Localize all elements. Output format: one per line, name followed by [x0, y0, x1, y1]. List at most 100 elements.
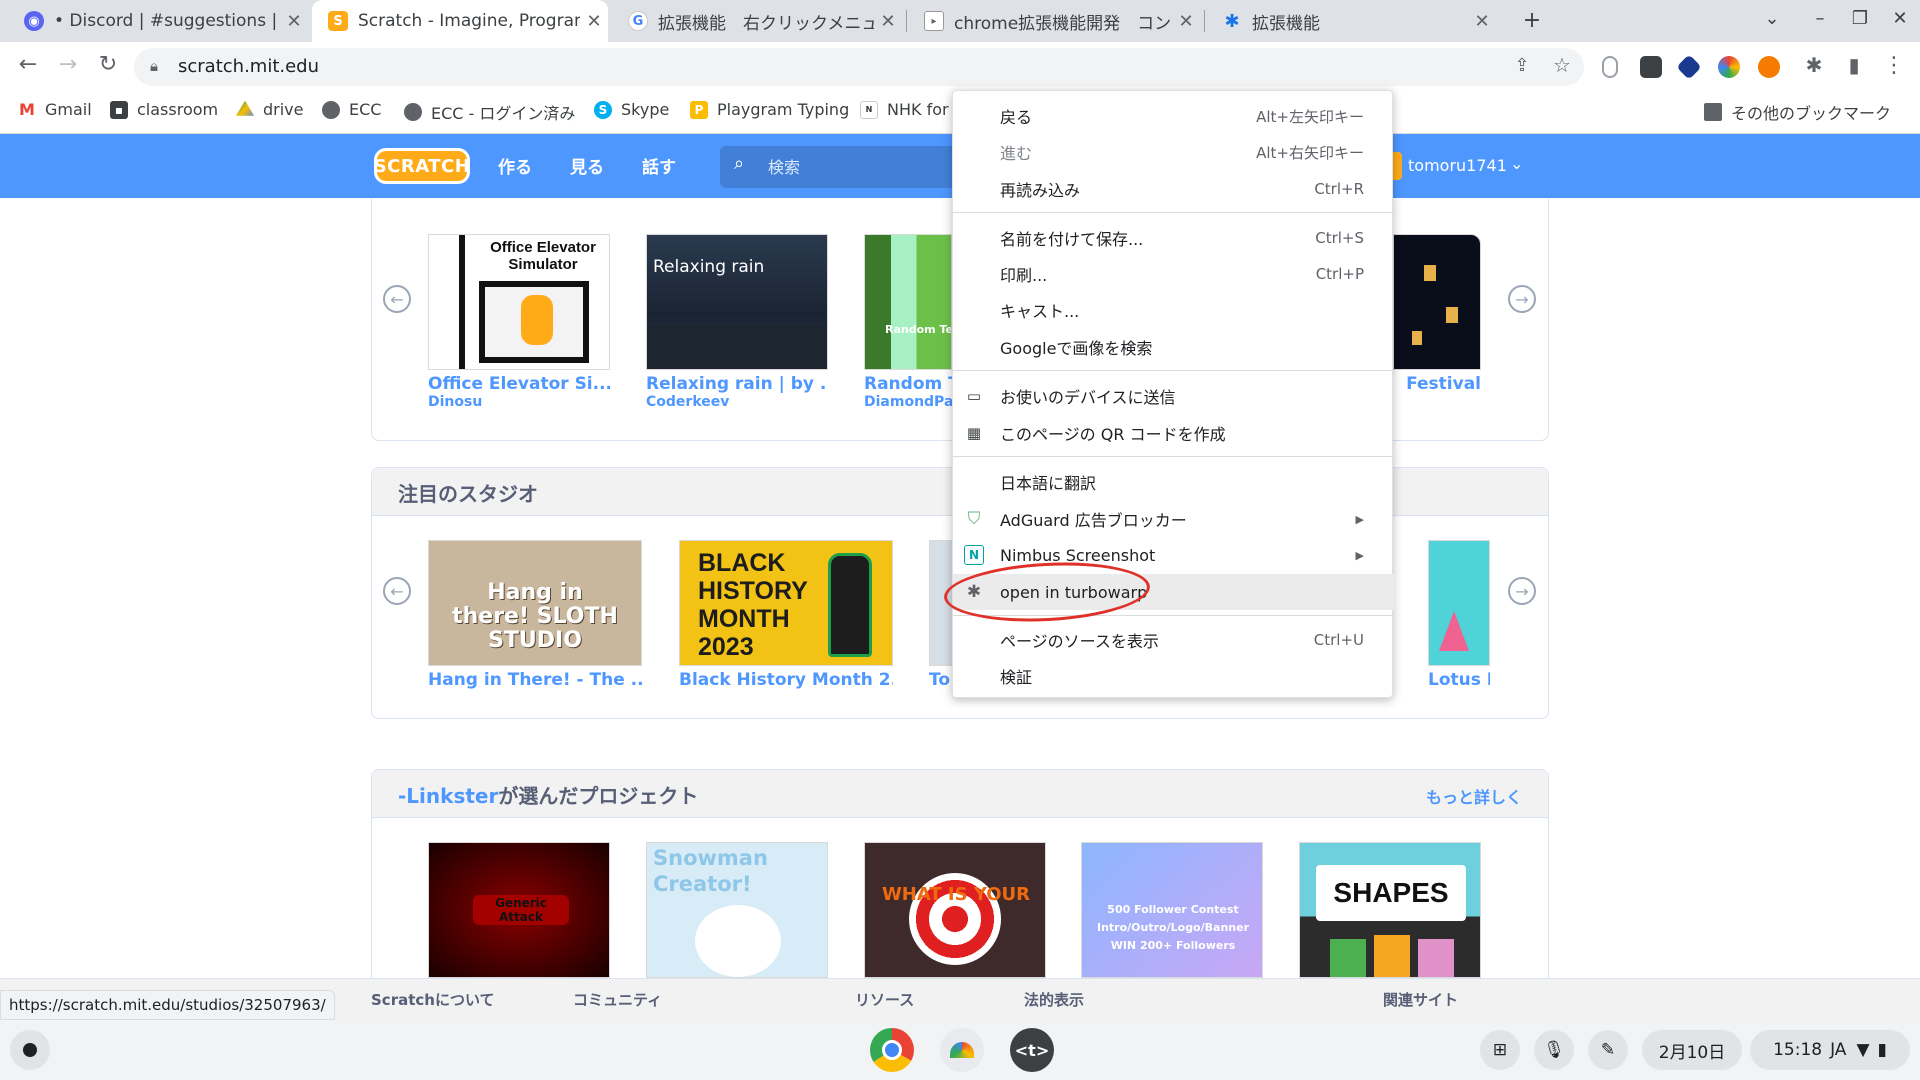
- stylus-pen-icon[interactable]: ✎: [1588, 1030, 1628, 1070]
- footer-about[interactable]: Scratchについて: [371, 989, 495, 1010]
- close-window-icon[interactable]: ✕: [1886, 8, 1914, 29]
- project-author[interactable]: Dinosu: [428, 394, 610, 410]
- studio-title[interactable]: Black History Month 2...: [679, 670, 893, 690]
- studio-thumbnail[interactable]: Hang in there! SLOTH STUDIO: [428, 540, 642, 666]
- project-card[interactable]: Snowman Creator!: [646, 842, 828, 978]
- status-tray[interactable]: 15:18 JA ▼ ▮: [1750, 1030, 1910, 1070]
- studio-card[interactable]: Lotus F: [1428, 540, 1490, 690]
- holding-space-icon[interactable]: ⊞: [1480, 1030, 1520, 1070]
- project-title[interactable]: Festival: [1393, 374, 1481, 394]
- bookmark-drive[interactable]: drive: [236, 100, 304, 119]
- studio-thumbnail[interactable]: BLACK HISTORY MONTH 2023: [679, 540, 893, 666]
- close-tab-icon[interactable]: ✕: [1172, 11, 1200, 32]
- curator-name[interactable]: -Linkster: [398, 784, 498, 808]
- chrome-app-icon[interactable]: [870, 1028, 914, 1072]
- tab-discord[interactable]: ◉ • Discord | #suggestions | Scratch ✕: [8, 0, 308, 42]
- close-tab-icon[interactable]: ✕: [1468, 11, 1496, 32]
- turbowarp-app-icon[interactable]: <t>: [1010, 1028, 1054, 1072]
- bookmark-star-icon[interactable]: ☆: [1548, 53, 1576, 77]
- carousel-next-icon[interactable]: →: [1508, 285, 1536, 313]
- username[interactable]: tomoru1741: [1408, 156, 1507, 175]
- menu-item-cast[interactable]: キャスト...: [953, 293, 1394, 327]
- bookmark-classroom[interactable]: ▪ classroom: [110, 100, 218, 119]
- project-title[interactable]: Random T: [864, 374, 952, 394]
- nav-create[interactable]: 作る: [498, 153, 532, 178]
- reload-icon[interactable]: ↻: [94, 52, 122, 77]
- studio-title[interactable]: To: [929, 670, 953, 690]
- minimize-icon[interactable]: –: [1806, 8, 1834, 29]
- scratch-logo[interactable]: SCRATCH: [374, 148, 470, 184]
- studio-title[interactable]: Lotus F: [1428, 670, 1490, 690]
- translate-extension-icon[interactable]: [1758, 56, 1780, 78]
- menu-dots-icon[interactable]: ⋮: [1880, 53, 1908, 78]
- menu-item-print[interactable]: 印刷... Ctrl+P: [953, 257, 1394, 291]
- tab-search-chevron-icon[interactable]: ⌄: [1758, 8, 1786, 29]
- studio-card[interactable]: BLACK HISTORY MONTH 2023 Black History M…: [679, 540, 893, 690]
- project-author[interactable]: Coderkeev: [646, 394, 828, 410]
- project-title[interactable]: Office Elevator Si...: [428, 374, 610, 394]
- address-bar[interactable]: [134, 48, 1584, 86]
- footer-resources[interactable]: リソース: [855, 989, 914, 1010]
- footer-related-sites[interactable]: 関連サイト: [1383, 989, 1458, 1010]
- studio-title[interactable]: Hang in There! - The ...: [428, 670, 642, 690]
- close-tab-icon[interactable]: ✕: [280, 11, 308, 32]
- news-extension-icon[interactable]: [1640, 56, 1662, 78]
- url-text[interactable]: scratch.mit.edu: [178, 56, 319, 77]
- project-card[interactable]: Random Terr Random T DiamondPa: [864, 234, 952, 410]
- studio-card[interactable]: Hang in there! SLOTH STUDIO Hang in Ther…: [428, 540, 642, 690]
- close-tab-icon[interactable]: ✕: [580, 11, 608, 32]
- project-thumbnail[interactable]: Office Elevator Simulator: [428, 234, 610, 370]
- close-tab-icon[interactable]: ✕: [874, 11, 902, 32]
- extensions-puzzle-icon[interactable]: ✱: [1800, 53, 1828, 77]
- bookmark-other-folder[interactable]: その他のブックマーク: [1704, 100, 1891, 124]
- menu-item-back[interactable]: 戻る Alt+左矢印キー: [953, 99, 1394, 133]
- tab-extensions[interactable]: ✱ 拡張機能 ✕: [1206, 0, 1496, 42]
- nav-explore[interactable]: 見る: [570, 153, 604, 178]
- menu-item-forward[interactable]: 進む Alt+右矢印キー: [953, 135, 1394, 169]
- project-thumbnail[interactable]: Random Terr: [864, 234, 952, 370]
- project-thumbnail[interactable]: SHAPES: [1299, 842, 1481, 978]
- back-icon[interactable]: ←: [14, 52, 42, 77]
- menu-item-qr-code[interactable]: ▦ このページの QR コードを作成: [953, 416, 1394, 450]
- tab-scratch[interactable]: S Scratch - Imagine, Program, Share ✕: [312, 0, 608, 42]
- project-card[interactable]: Office Elevator Simulator Office Elevato…: [428, 234, 610, 410]
- gallery-app-icon[interactable]: [940, 1028, 984, 1072]
- project-title[interactable]: Relaxing rain | by ...: [646, 374, 828, 394]
- more-link[interactable]: もっと詳しく: [1426, 784, 1522, 808]
- studio-card[interactable]: To: [929, 540, 953, 690]
- project-card[interactable]: SHAPES: [1299, 842, 1481, 978]
- project-card[interactable]: Generic Attack: [428, 842, 610, 978]
- nav-talk[interactable]: 話す: [642, 153, 676, 178]
- share-icon[interactable]: ⇪: [1508, 55, 1536, 76]
- restore-icon[interactable]: ❐: [1846, 8, 1874, 29]
- bookmark-skype[interactable]: S Skype: [594, 100, 669, 119]
- menu-item-send-to-devices[interactable]: ▭ お使いのデバイスに送信: [953, 379, 1394, 413]
- bookmark-nhk[interactable]: N NHK for: [860, 100, 949, 119]
- project-card[interactable]: Festival: [1393, 234, 1481, 394]
- microphone-icon[interactable]: 🎙︎: [1534, 1030, 1574, 1070]
- menu-item-reload[interactable]: 再読み込み Ctrl+R: [953, 172, 1394, 206]
- project-thumbnail[interactable]: [1393, 234, 1481, 370]
- menu-item-google-image-search[interactable]: Googleで画像を検索: [953, 330, 1394, 364]
- new-tab-icon[interactable]: +: [1518, 8, 1546, 33]
- color-extension-icon[interactable]: [1718, 56, 1740, 78]
- menu-item-view-source[interactable]: ページのソースを表示 Ctrl+U: [953, 623, 1394, 657]
- carousel-next-icon[interactable]: →: [1508, 577, 1536, 605]
- menu-item-inspect[interactable]: 検証: [953, 659, 1394, 693]
- tab-chrome-extension-dev[interactable]: ▸ chrome拡張機能開発 コンテ ✕: [908, 0, 1200, 42]
- launcher-button[interactable]: [10, 1030, 50, 1070]
- mouse-extension-icon[interactable]: [1602, 56, 1618, 78]
- project-card[interactable]: WHAT IS YOUR REACTION TIME?: [864, 842, 1046, 978]
- carousel-prev-icon[interactable]: ←: [383, 577, 411, 605]
- forward-icon[interactable]: →: [54, 52, 82, 77]
- project-thumbnail[interactable]: Snowman Creator!: [646, 842, 828, 978]
- project-author[interactable]: DiamondPa: [864, 394, 952, 410]
- bookmark-gmail[interactable]: M Gmail: [18, 100, 92, 119]
- date-button[interactable]: 2月10日: [1642, 1030, 1742, 1070]
- bookmark-playgram[interactable]: P Playgram Typing: [690, 100, 849, 119]
- bookmark-ecc[interactable]: ECC: [322, 100, 381, 119]
- project-thumbnail[interactable]: Generic Attack: [428, 842, 610, 978]
- project-thumbnail[interactable]: WHAT IS YOUR REACTION TIME?: [864, 842, 1046, 978]
- side-panel-icon[interactable]: ▮: [1840, 53, 1868, 77]
- project-thumbnail[interactable]: Relaxing rain: [646, 234, 828, 370]
